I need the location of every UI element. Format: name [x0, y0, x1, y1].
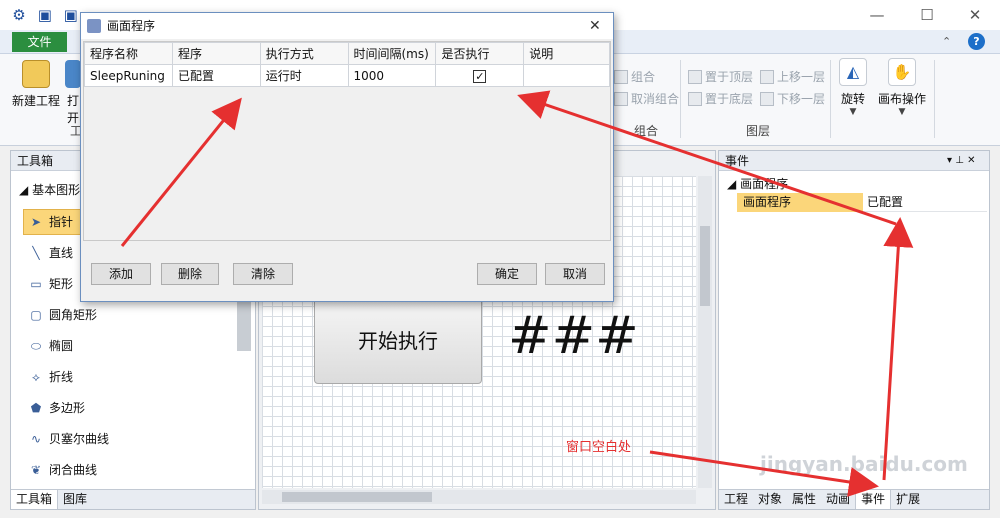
- annotation-arrow: [649, 450, 879, 497]
- annotation-arrow: [120, 97, 242, 247]
- annotation-arrow: [882, 217, 914, 481]
- annotation-arrow: [517, 90, 897, 226]
- annotation-overlay: [120, 90, 914, 497]
- annotation-label: 窗口空白处: [566, 440, 632, 455]
